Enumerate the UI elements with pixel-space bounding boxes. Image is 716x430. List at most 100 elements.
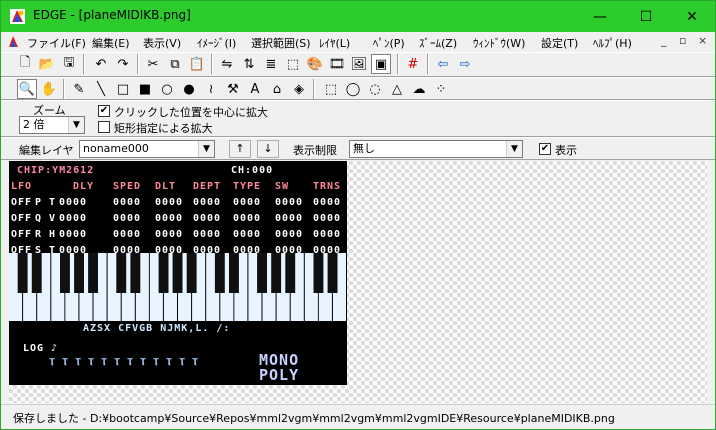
menu-edit[interactable]: 編集(E) [92,35,130,51]
black-key[interactable] [130,253,141,293]
black-key[interactable] [74,253,84,293]
black-key[interactable] [17,253,28,293]
chip-label: CHIP:YM2612 [17,165,95,176]
polygon-select-icon[interactable]: △ [387,79,407,99]
menu-pen[interactable]: ﾍﾟﾝ(P) [373,35,405,51]
new-file-icon[interactable]: 🗋 [15,54,35,74]
black-key[interactable] [229,253,239,293]
flip-vertical-icon[interactable]: ⇅ [239,54,259,74]
show-layer-checkbox[interactable]: ✔ [539,143,551,155]
undo-icon[interactable]: ↶ [91,54,111,74]
mdi-restore-button[interactable]: ▫ [679,34,686,47]
magic-select-icon[interactable]: ⁘ [431,79,451,99]
canvas-area[interactable]: CHIP:YM2612 CH:000 LFO DLY SPED DLT DEPT… [9,161,707,403]
filled-rectangle-tool-icon[interactable]: ■ [135,79,155,99]
transform-icon[interactable]: ⬚ [283,54,303,74]
menu-settings[interactable]: 設定(T) [541,35,578,51]
grid-icon[interactable]: # [403,54,423,74]
redo-icon[interactable]: ↷ [113,54,133,74]
paint-bucket-icon[interactable]: ◈ [289,79,309,99]
menu-selection[interactable]: 選択範囲(S) [251,35,311,51]
rect-select-icon[interactable]: ⬚ [321,79,341,99]
lfo-cell: 0000 [59,229,88,240]
save-file-icon[interactable]: 🖫 [59,54,79,74]
pencil-tool-icon[interactable]: ✎ [69,79,89,99]
black-key[interactable] [285,253,296,293]
black-key[interactable] [271,253,282,293]
black-key[interactable] [214,253,225,293]
black-key[interactable] [60,253,70,293]
title-bar[interactable]: EDGE - [planeMIDIKB.png] — ☐ ✕ [1,1,715,32]
lfo-cell: OFF [11,197,33,208]
circle-select-icon[interactable]: ◌ [365,79,385,99]
mdi-minimize-button[interactable]: _ [661,34,667,47]
black-key[interactable] [313,253,324,293]
rectangle-tool-icon[interactable]: □ [113,79,133,99]
copy-icon[interactable]: ⧉ [165,54,185,74]
mdi-close-button[interactable]: × [698,34,707,47]
maximize-button[interactable]: ☐ [623,1,669,32]
black-key[interactable] [158,253,169,293]
menu-help[interactable]: ﾍﾙﾌﾟ(H) [593,35,632,51]
curve-tool-icon[interactable]: ≀ [201,79,221,99]
close-button[interactable]: ✕ [669,1,715,32]
dropper-tool-icon[interactable]: ⌂ [267,79,287,99]
filled-ellipse-tool-icon[interactable]: ● [179,79,199,99]
edit-layer-label: 編集レイヤ [19,144,74,157]
fill-tool-icon[interactable]: ⚒ [223,79,243,99]
flip-horizontal-icon[interactable]: ⇋ [217,54,237,74]
text-tool-icon[interactable]: A [245,79,265,99]
lfo-cell: R [35,229,43,240]
hand-tool-icon[interactable]: ✋ [39,79,59,99]
menu-file[interactable]: ファイル(F) [27,35,86,51]
zoom-level-select[interactable]: 2 倍 ▼ [19,116,85,134]
edit-layer-select[interactable]: noname000 ▼ [79,140,215,158]
lfo-cell: P [35,197,43,208]
lfo-cell: 0000 [313,213,342,224]
menu-window[interactable]: ｳｨﾝﾄﾞｳ(W) [473,35,525,51]
cut-icon[interactable]: ✂ [143,54,163,74]
zoom-tool-icon[interactable]: 🔍 [17,79,37,99]
piano-keyboard[interactable] [9,253,347,321]
black-key[interactable] [31,253,42,293]
black-key[interactable] [88,253,98,293]
lasso-select-icon[interactable]: ☁ [409,79,429,99]
minimize-button[interactable]: — [577,1,623,32]
lfo-cell: 0000 [275,213,304,224]
black-key[interactable] [186,253,197,293]
prev-arrow-icon[interactable]: ⇦ [433,54,453,74]
line-tool-icon[interactable]: ╲ [91,79,111,99]
black-key[interactable] [257,253,267,293]
zoom-rect-checkbox[interactable] [98,121,110,133]
lfo-cell: 0000 [155,229,184,240]
palette-icon[interactable]: 🎨 [305,54,325,74]
preview-icon[interactable]: 🖼 [349,54,369,74]
window-title: EDGE - [planeMIDIKB.png] [33,8,191,22]
zoom-center-checkbox[interactable]: ✔ [98,105,110,117]
log-meter: Ⲧ [101,357,109,368]
log-meter: Ⲧ [49,357,57,368]
view-mode-icon[interactable]: ▣ [371,54,391,74]
menu-view[interactable]: 表示(V) [143,35,181,51]
paste-icon[interactable]: 📋 [187,54,207,74]
image-canvas[interactable]: CHIP:YM2612 CH:000 LFO DLY SPED DLT DEPT… [9,161,347,385]
menu-layer[interactable]: ﾚｲﾔ(L) [319,35,350,51]
grid-lines-icon[interactable]: ≣ [261,54,281,74]
black-key[interactable] [327,253,338,293]
open-file-icon[interactable]: 📂 [37,54,57,74]
log-meter: Ⲧ [127,357,135,368]
ellipse-tool-icon[interactable]: ○ [157,79,177,99]
menu-zoom[interactable]: ｽﾞｰﾑ(Z) [419,35,457,51]
film-icon[interactable]: 🎞 [327,54,347,74]
lfo-cell: 0000 [313,197,342,208]
black-key[interactable] [172,253,183,293]
ellipse-select-icon[interactable]: ◯ [343,79,363,99]
lfo-cell: 0000 [275,229,304,240]
menu-image[interactable]: ｲﾒｰｼﾞ(I) [197,35,236,51]
layer-up-button[interactable]: ↑ [229,140,251,158]
black-key[interactable] [116,253,127,293]
next-arrow-icon[interactable]: ⇨ [455,54,475,74]
display-limit-select[interactable]: 無し ▼ [349,140,523,158]
lfo-cell: 0000 [193,229,222,240]
layer-down-button[interactable]: ↓ [257,140,279,158]
